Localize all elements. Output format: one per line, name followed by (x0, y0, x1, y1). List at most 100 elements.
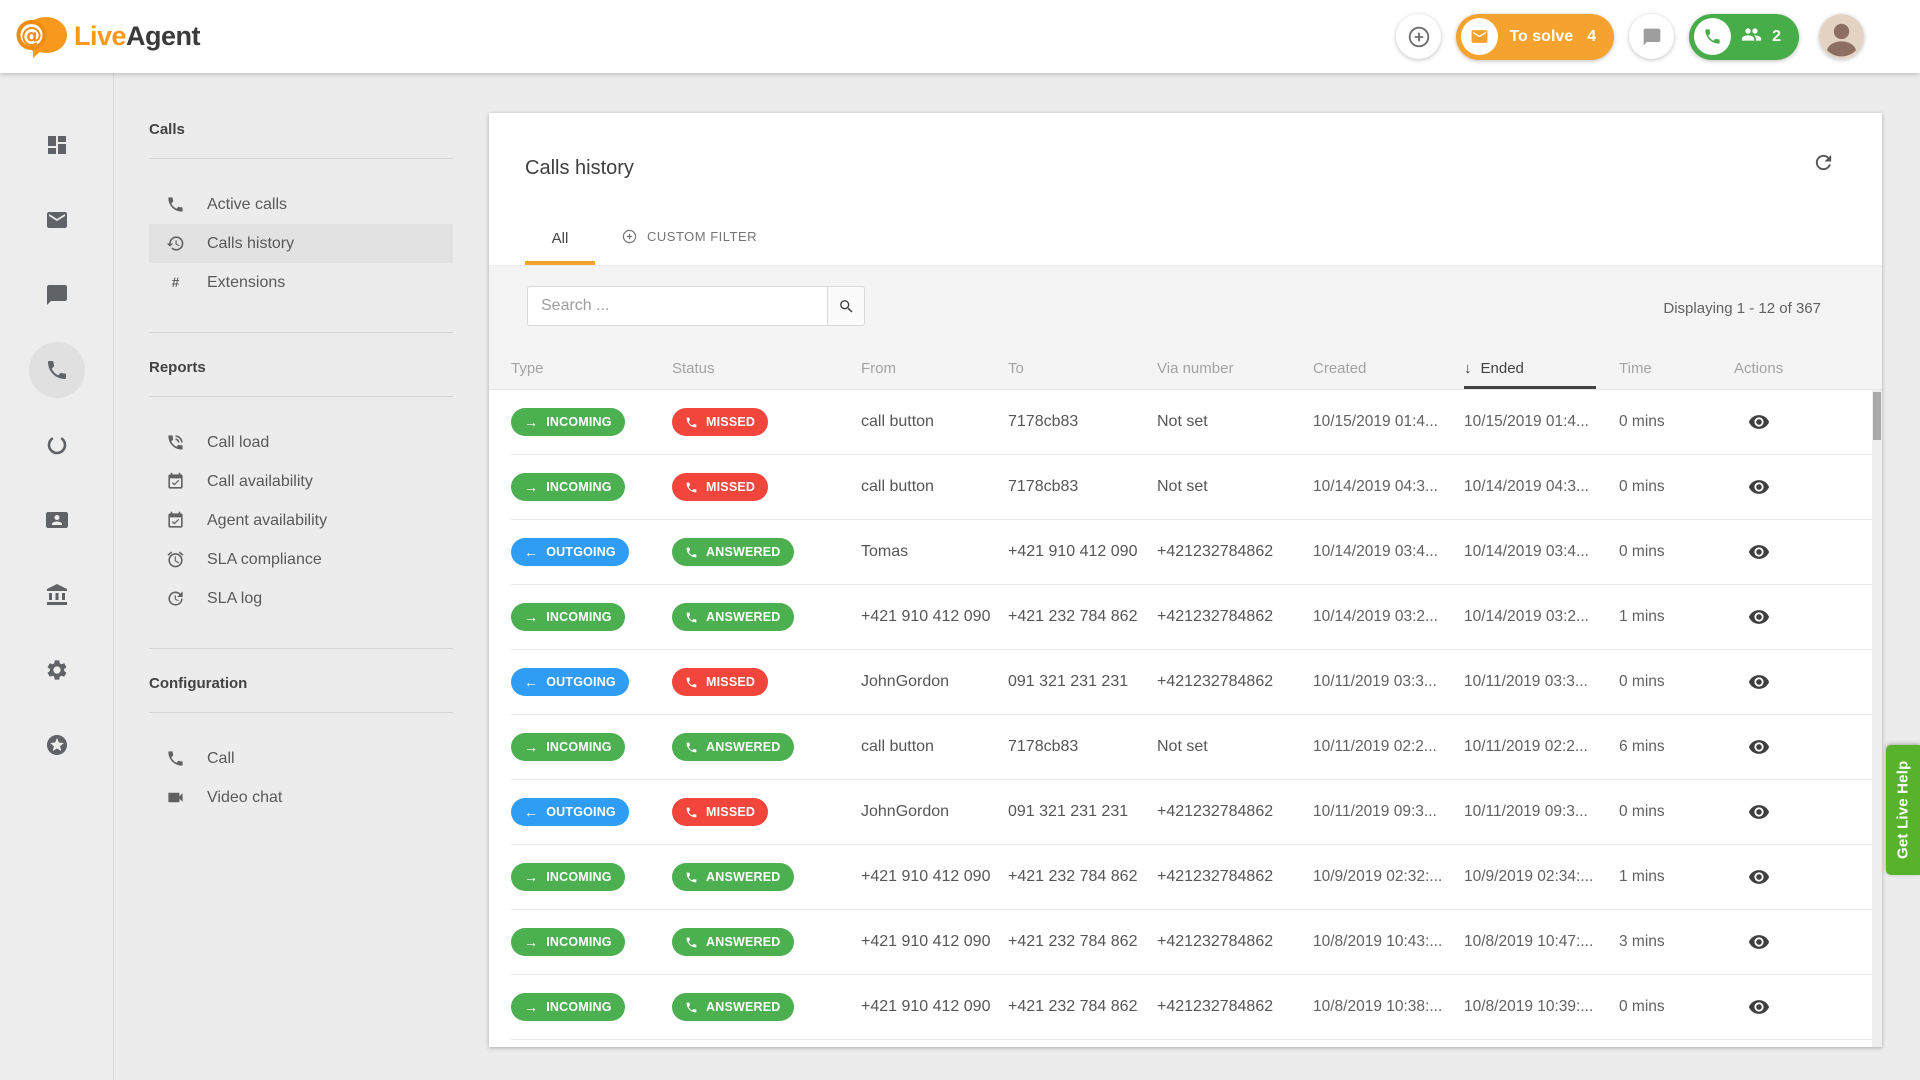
via-number-value: +421232784862 (1157, 803, 1273, 820)
via-number-value: +421232784862 (1157, 543, 1273, 560)
ended-value: 10/11/2019 09:3... (1464, 803, 1588, 820)
status-badge: MISSED (672, 668, 768, 696)
search-button[interactable] (827, 286, 865, 326)
call-row[interactable]: →INCOMINGANSWERED+421 910 412 090+421 23… (511, 910, 1872, 975)
sidebar-item-label: Active calls (207, 196, 287, 214)
rail-ring-button[interactable] (29, 417, 85, 473)
calendar-check-icon (166, 511, 185, 530)
eye-icon (1748, 411, 1770, 433)
call-row[interactable]: →INCOMINGMISSEDcall button7178cb83Not se… (511, 455, 1872, 520)
sort-desc-arrow: ↓ (1464, 360, 1472, 377)
people-icon (1741, 24, 1762, 50)
sidebar-item-sla-log[interactable]: SLA log (149, 579, 453, 618)
sidebar-item-extensions[interactable]: #Extensions (149, 263, 453, 302)
call-row[interactable]: ←OUTGOINGANSWEREDTomas+421 910 412 090+4… (511, 520, 1872, 585)
view-call-button[interactable] (1748, 801, 1770, 823)
view-call-button[interactable] (1748, 541, 1770, 563)
call-row[interactable]: →INCOMINGANSWERED+421 910 412 090+421 23… (511, 845, 1872, 910)
arrow-right-icon: → (524, 415, 538, 429)
view-call-button[interactable] (1748, 931, 1770, 953)
view-call-button[interactable] (1748, 411, 1770, 433)
created-value: 10/11/2019 03:3... (1313, 673, 1437, 690)
call-row[interactable]: ←OUTGOINGMISSEDJohnGordon091 321 231 231… (511, 650, 1872, 715)
created-value: 10/11/2019 02:2... (1313, 738, 1437, 755)
sidebar-item-calls-history[interactable]: Calls history (149, 224, 453, 263)
column-header-type[interactable]: Type (511, 347, 672, 389)
to-value: 091 321 231 231 (1008, 673, 1128, 690)
ended-value: 10/14/2019 04:3... (1464, 478, 1589, 495)
sidebar-item-label: Call availability (207, 473, 313, 491)
refresh-button[interactable] (1812, 151, 1835, 177)
add-button[interactable] (1396, 14, 1441, 59)
created-value: 10/8/2019 10:38:... (1313, 998, 1442, 1015)
search-input[interactable] (527, 286, 827, 326)
to-value: +421 232 784 862 (1008, 608, 1137, 625)
column-header-time[interactable]: Time (1619, 347, 1734, 389)
rail-bank-button[interactable] (29, 567, 85, 623)
column-header-actions[interactable]: Actions (1734, 347, 1872, 389)
chat-button[interactable] (1629, 14, 1674, 59)
sidebar-item-label: Video chat (207, 789, 282, 807)
rail-contact-card-button[interactable] (29, 492, 85, 548)
view-call-button[interactable] (1748, 671, 1770, 693)
sidebar-item-sla-compliance[interactable]: SLA compliance (149, 540, 453, 579)
calls-pill-button[interactable]: 2 (1689, 14, 1799, 60)
type-badge: →INCOMING (511, 993, 625, 1021)
from-value: +421 910 412 090 (861, 998, 990, 1015)
phone-icon (166, 749, 185, 768)
call-row[interactable]: ←OUTGOINGMISSEDJohnGordon091 321 231 231… (511, 780, 1872, 845)
side-navigation: Calls Active calls Calls history#Extension… (115, 73, 489, 1080)
sidebar-item-call-load[interactable]: Call load (149, 423, 453, 462)
tab-all[interactable]: All (525, 230, 595, 265)
view-call-button[interactable] (1748, 736, 1770, 758)
header-controls: To solve 4 2 (1396, 14, 1864, 60)
column-header-via-number[interactable]: Via number (1157, 347, 1313, 389)
tab-custom-filter[interactable]: CUSTOM FILTER (621, 228, 757, 265)
call-row[interactable]: →INCOMINGANSWERED+421 910 412 090+421 23… (511, 975, 1872, 1040)
table-scrollbar[interactable] (1872, 390, 1882, 1047)
rail-star-circle-button[interactable] (29, 717, 85, 773)
sidebar-item-video-chat[interactable]: Video chat (149, 778, 453, 817)
time-value: 0 mins (1619, 803, 1665, 820)
from-value: call button (861, 738, 934, 755)
sidebar-item-call[interactable]: Call (149, 739, 453, 778)
rail-mail-button[interactable] (29, 192, 85, 248)
type-badge: →INCOMING (511, 863, 625, 891)
created-value: 10/14/2019 03:2... (1313, 608, 1438, 625)
rail-chat-button[interactable] (29, 267, 85, 323)
column-header-status[interactable]: Status (672, 347, 861, 389)
call-row[interactable]: →INCOMINGMISSEDcall button7178cb83Not se… (511, 390, 1872, 455)
sidebar-item-agent-availability[interactable]: Agent availability (149, 501, 453, 540)
column-header-to[interactable]: To (1008, 347, 1157, 389)
view-call-button[interactable] (1748, 866, 1770, 888)
envelope-icon (1461, 18, 1498, 55)
liveagent-logo[interactable]: @ LiveAgent (16, 14, 200, 60)
view-call-button[interactable] (1748, 476, 1770, 498)
avatar[interactable] (1819, 14, 1864, 59)
nav-heading: Calls (149, 113, 453, 158)
column-header-created[interactable]: Created (1313, 347, 1464, 389)
phone-icon (1694, 18, 1731, 55)
from-value: Tomas (861, 543, 908, 560)
column-header-from[interactable]: From (861, 347, 1008, 389)
call-row[interactable]: →INCOMINGANSWEREDcall button7178cb83Not … (511, 715, 1872, 780)
rail-dashboard-button[interactable] (29, 117, 85, 173)
eye-icon (1748, 541, 1770, 563)
rail-phone-button[interactable] (29, 342, 85, 398)
column-header-ended[interactable]: ↓Ended (1464, 347, 1619, 389)
view-call-button[interactable] (1748, 996, 1770, 1018)
ended-value: 10/8/2019 10:47:... (1464, 933, 1593, 950)
call-row[interactable]: →INCOMINGANSWERED+421 910 412 090+421 23… (511, 585, 1872, 650)
type-badge: ←OUTGOING (511, 538, 629, 566)
get-live-help-button[interactable]: Get Live Help (1886, 745, 1920, 875)
rail-gear-button[interactable] (29, 642, 85, 698)
phone-icon (685, 741, 698, 754)
from-value: call button (861, 478, 934, 495)
alarm-clock-icon (166, 550, 185, 569)
to-solve-button[interactable]: To solve 4 (1456, 14, 1614, 60)
scrollbar-thumb[interactable] (1873, 392, 1881, 440)
view-call-button[interactable] (1748, 606, 1770, 628)
sidebar-item-call-availability[interactable]: Call availability (149, 462, 453, 501)
sidebar-item-active-calls[interactable]: Active calls (149, 185, 453, 224)
from-value: call button (861, 413, 934, 430)
